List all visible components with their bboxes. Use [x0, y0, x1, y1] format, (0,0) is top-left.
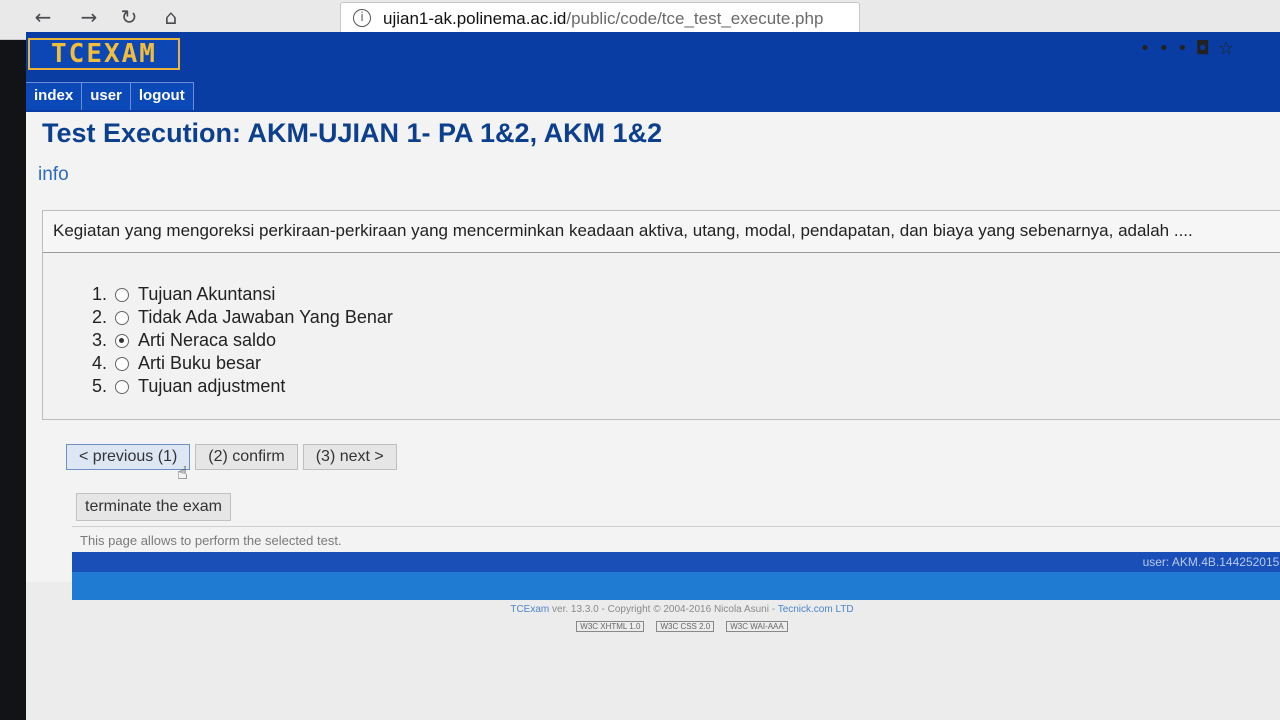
- confirm-button[interactable]: (2) confirm: [195, 444, 298, 470]
- w3c-css-badge[interactable]: W3C CSS 2.0: [656, 621, 715, 632]
- copyright-text: ver. 13.3.0 - Copyright © 2004-2016 Nico…: [549, 604, 778, 615]
- forward-icon[interactable]: →: [76, 4, 102, 30]
- question-navigation: < previous (1) (2) confirm (3) next >: [66, 444, 402, 470]
- monitor-bezel: [0, 0, 26, 720]
- url-text: ujian1-ak.polinema.ac.id/public/code/tce…: [383, 9, 823, 29]
- answer-label: Arti Neraca saldo: [138, 330, 277, 350]
- site-header: TCEXAM index user logout: [26, 32, 1280, 112]
- user-info-bar: user: AKM.4B.1442520153: [72, 552, 1280, 572]
- info-icon[interactable]: i: [353, 9, 371, 27]
- pocket-icon[interactable]: ◘: [1196, 38, 1218, 59]
- answer-number: 3.: [91, 330, 107, 350]
- answer-label: Tujuan adjustment: [138, 376, 286, 396]
- address-bar[interactable]: i ujian1-ak.polinema.ac.id/public/code/t…: [340, 2, 860, 34]
- tcexam-logo: TCEXAM: [28, 38, 180, 70]
- previous-button[interactable]: < previous (1): [66, 444, 191, 470]
- radio-button[interactable]: [115, 379, 129, 394]
- answer-number: 5.: [91, 376, 107, 396]
- menu-item-logout[interactable]: logout: [130, 82, 194, 110]
- answer-option-3[interactable]: 3. Arti Neraca saldo: [83, 329, 393, 352]
- more-icon[interactable]: •••: [1140, 38, 1196, 59]
- footer: TCExam ver. 13.3.0 - Copyright © 2004-20…: [72, 604, 1280, 632]
- main-content: Test Execution: AKM-UJIAN 1- PA 1&2, AKM…: [26, 112, 1280, 582]
- mouse-pointer-icon: ☝: [177, 463, 188, 484]
- page-title: Test Execution: AKM-UJIAN 1- PA 1&2, AKM…: [42, 118, 663, 148]
- terminate-exam-button[interactable]: terminate the exam: [76, 493, 231, 521]
- next-button[interactable]: (3) next >: [302, 444, 397, 470]
- answer-label: Tujuan Akuntansi: [138, 284, 276, 304]
- answer-number: 1.: [91, 284, 107, 304]
- page: TCEXAM index user logout •••◘☆ Test Exec…: [26, 32, 1280, 720]
- reload-icon[interactable]: ↻: [116, 4, 142, 30]
- w3c-wai-badge[interactable]: W3C WAI-AAA: [726, 621, 788, 632]
- bookmark-star-icon[interactable]: ☆: [1218, 38, 1242, 59]
- url-host: ujian1-ak.polinema.ac.id: [383, 9, 567, 28]
- footer-brand-link[interactable]: TCExam: [510, 604, 549, 615]
- answer-label: Tidak Ada Jawaban Yang Benar: [138, 307, 393, 327]
- radio-button[interactable]: [115, 287, 129, 302]
- answer-option-4[interactable]: 4. Arti Buku besar: [83, 352, 393, 375]
- info-link[interactable]: info: [38, 164, 69, 186]
- radio-button[interactable]: [115, 310, 129, 325]
- answer-label: Arti Buku besar: [138, 353, 262, 373]
- answer-list: 1. Tujuan Akuntansi 2. Tidak Ada Jawaban…: [83, 283, 393, 398]
- company-link[interactable]: Tecnick.com LTD: [778, 604, 854, 615]
- main-menu: index user logout: [26, 82, 194, 110]
- home-icon[interactable]: ⌂: [158, 4, 184, 30]
- browser-actions: •••◘☆: [1140, 38, 1242, 59]
- back-icon[interactable]: ←: [30, 4, 56, 30]
- menu-item-index[interactable]: index: [26, 82, 83, 110]
- answer-number: 4.: [91, 353, 107, 373]
- footer-bar: [72, 572, 1280, 600]
- answer-number: 2.: [91, 307, 107, 327]
- help-text: This page allows to perform the selected…: [72, 526, 1280, 554]
- question-text: Kegiatan yang mengoreksi perkiraan-perki…: [43, 211, 1280, 253]
- w3c-xhtml-badge[interactable]: W3C XHTML 1.0: [576, 621, 645, 632]
- radio-button-selected[interactable]: [115, 333, 129, 348]
- radio-button[interactable]: [115, 356, 129, 371]
- url-path: /public/code/tce_test_execute.php: [566, 9, 824, 28]
- answer-option-1[interactable]: 1. Tujuan Akuntansi: [83, 283, 393, 306]
- w3c-badges: W3C XHTML 1.0 W3C CSS 2.0 W3C WAI-AAA: [72, 621, 1280, 632]
- question-panel: Kegiatan yang mengoreksi perkiraan-perki…: [42, 210, 1280, 420]
- answer-option-2[interactable]: 2. Tidak Ada Jawaban Yang Benar: [83, 306, 393, 329]
- menu-item-user[interactable]: user: [82, 82, 131, 110]
- answer-option-5[interactable]: 5. Tujuan adjustment: [83, 375, 393, 398]
- copyright: TCExam ver. 13.3.0 - Copyright © 2004-20…: [72, 604, 1280, 615]
